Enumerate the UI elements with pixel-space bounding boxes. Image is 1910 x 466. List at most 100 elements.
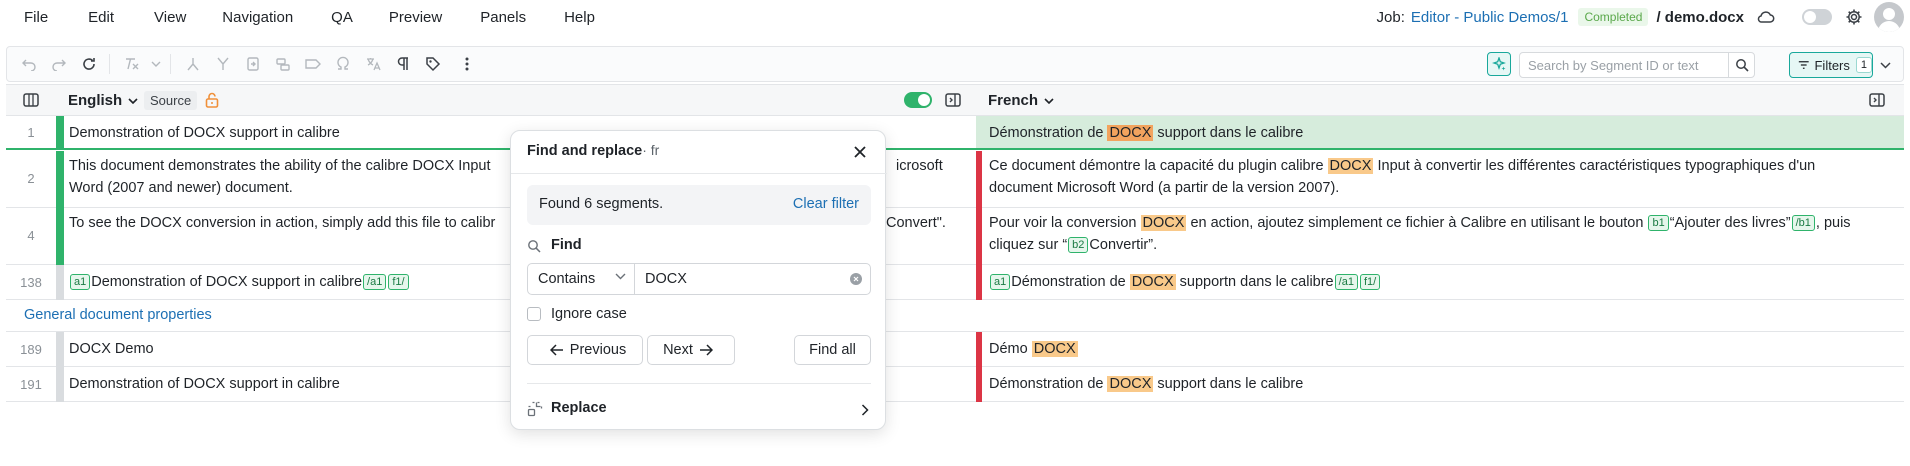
status-bar [56, 367, 64, 402]
merge-icon[interactable] [209, 50, 237, 78]
filters-button[interactable]: Filters 1 [1789, 52, 1873, 78]
panel-collapse-icon[interactable] [1868, 91, 1886, 113]
inline-tag[interactable]: a1 [990, 274, 1011, 290]
tag-shape-icon[interactable] [299, 50, 327, 78]
menu-preview[interactable]: Preview [389, 9, 442, 26]
inline-tag[interactable]: a1 [70, 274, 91, 290]
source-text[interactable]: Convert". [886, 212, 946, 234]
source-text[interactable]: To see the DOCX conversion in action, si… [69, 212, 495, 234]
inline-tag[interactable]: f1/ [1359, 274, 1381, 290]
tag-icon[interactable] [419, 50, 447, 78]
copy-source-icon[interactable] [239, 50, 267, 78]
menu-file[interactable]: File [24, 9, 48, 26]
divider [511, 173, 887, 174]
undo-icon[interactable] [15, 50, 43, 78]
menu-view[interactable]: View [154, 9, 186, 26]
target-text[interactable]: Démonstration de DOCX support dans le ca… [989, 122, 1889, 144]
next-button[interactable]: Next [647, 335, 735, 365]
refresh-icon[interactable] [75, 50, 103, 78]
table-row[interactable]: 191 Demonstration of DOCX support in cal… [6, 367, 1904, 402]
segment-number: 4 [27, 228, 35, 243]
menu-panels[interactable]: Panels [480, 9, 526, 26]
table-row[interactable]: 2 This document demonstrates the ability… [6, 151, 1904, 208]
target-text-part: support dans le calibre [1153, 376, 1304, 392]
find-all-button[interactable]: Find all [794, 335, 871, 365]
replace-section-label[interactable]: Replace [551, 400, 607, 416]
previous-button[interactable]: Previous [527, 335, 643, 365]
job-link[interactable]: Editor - Public Demos/1 [1411, 9, 1569, 26]
target-text-part: support dans le calibre [1153, 125, 1304, 141]
split-icon[interactable] [179, 50, 207, 78]
close-icon[interactable] [851, 143, 869, 161]
target-text[interactable]: Ce document démontre la capacité du plug… [989, 155, 1889, 199]
source-language-select[interactable]: English [68, 92, 138, 109]
panel-collapse-icon[interactable] [944, 91, 962, 113]
find-all-label: Find all [809, 342, 856, 358]
inline-tag[interactable]: b1 [1648, 215, 1669, 231]
status-bar [56, 208, 64, 265]
inline-tag[interactable]: b2 [1068, 237, 1089, 253]
replace-icon [527, 401, 543, 421]
menu-bar: File Edit View Navigation QA Preview Pan… [0, 0, 1910, 34]
source-text[interactable]: icrosoft [896, 155, 943, 177]
status-bar [56, 116, 64, 150]
target-text[interactable]: Démonstration de DOCX support dans le ca… [989, 373, 1889, 395]
chevron-down-icon [615, 273, 626, 280]
table-row[interactable]: 138 a1 Demonstration of DOCX support in c… [6, 265, 1904, 300]
search-icon[interactable] [1728, 53, 1754, 77]
target-text[interactable]: a1 Démonstration de DOCX supportn dans le… [989, 271, 1889, 293]
theme-toggle[interactable] [1802, 9, 1832, 25]
found-count-text: Found 6 segments. [539, 196, 664, 212]
source-toggle[interactable] [904, 92, 932, 108]
avatar[interactable] [1874, 2, 1904, 32]
table-row[interactable]: 4 To see the DOCX conversion in action, … [6, 208, 1904, 265]
find-input[interactable] [635, 271, 835, 287]
inline-tag[interactable]: /b1 [1791, 215, 1815, 231]
source-text[interactable]: This document demonstrates the ability o… [69, 155, 491, 177]
menu-navigation[interactable]: Navigation [222, 9, 293, 26]
columns-icon[interactable] [22, 91, 42, 111]
source-text[interactable]: Word (2007 and newer) document. [69, 177, 293, 199]
segment-search-input[interactable] [1520, 57, 1720, 73]
source-text[interactable]: Demonstration of DOCX support in calibre [69, 122, 340, 144]
table-row[interactable]: 189 DOCX Demo Démo DOCX [6, 332, 1904, 367]
status-bar [976, 367, 982, 402]
target-text[interactable]: Pour voir la conversion DOCX en action, … [989, 212, 1889, 256]
source-text[interactable]: a1 Demonstration of DOCX support in calib… [69, 271, 410, 293]
inline-tag[interactable]: /a1 [363, 274, 387, 290]
table-row[interactable]: 1 Demonstration of DOCX support in calib… [6, 116, 1904, 150]
clear-format-icon[interactable] [118, 50, 146, 78]
omega-icon[interactable] [329, 50, 357, 78]
target-text-part: cliquez sur “ [989, 237, 1068, 253]
section-link[interactable]: General document properties [24, 307, 212, 323]
target-language-select[interactable]: French [988, 92, 1054, 109]
ignore-case-checkbox[interactable] [527, 307, 541, 321]
menu-qa[interactable]: QA [331, 9, 353, 26]
menu-edit[interactable]: Edit [88, 9, 114, 26]
clear-filter-link[interactable]: Clear filter [793, 196, 859, 212]
find-replace-dialog: Find and replace· fr Found 6 segments. C… [510, 130, 887, 430]
source-text[interactable]: Demonstration of DOCX support in calibre [69, 373, 340, 395]
pilcrow-icon[interactable] [389, 50, 417, 78]
source-language-label: English [68, 92, 123, 109]
chevron-down-icon[interactable] [148, 50, 164, 78]
more-icon[interactable] [453, 50, 481, 78]
gear-icon[interactable] [1844, 7, 1864, 27]
source-text[interactable]: DOCX Demo [69, 338, 154, 360]
translate-icon[interactable] [359, 50, 387, 78]
menu-help[interactable]: Help [564, 9, 595, 26]
arrow-right-icon [699, 344, 713, 356]
target-text-part: document Microsoft Word (a partir de la … [989, 180, 1340, 196]
match-mode-select[interactable]: Contains [527, 263, 635, 295]
chevron-down-icon[interactable] [1873, 52, 1897, 78]
inline-tag[interactable]: /a1 [1334, 274, 1358, 290]
chevron-right-icon[interactable] [861, 403, 869, 420]
insert-tag-icon[interactable] [269, 50, 297, 78]
clear-input-icon[interactable] [850, 273, 862, 285]
redo-icon[interactable] [45, 50, 73, 78]
target-text[interactable]: Démo DOCX [989, 338, 1889, 360]
inline-tag[interactable]: f1/ [388, 274, 409, 290]
cloud-icon[interactable] [1756, 7, 1776, 27]
lock-icon[interactable] [204, 91, 220, 113]
ai-sparkle-icon[interactable] [1487, 52, 1511, 76]
